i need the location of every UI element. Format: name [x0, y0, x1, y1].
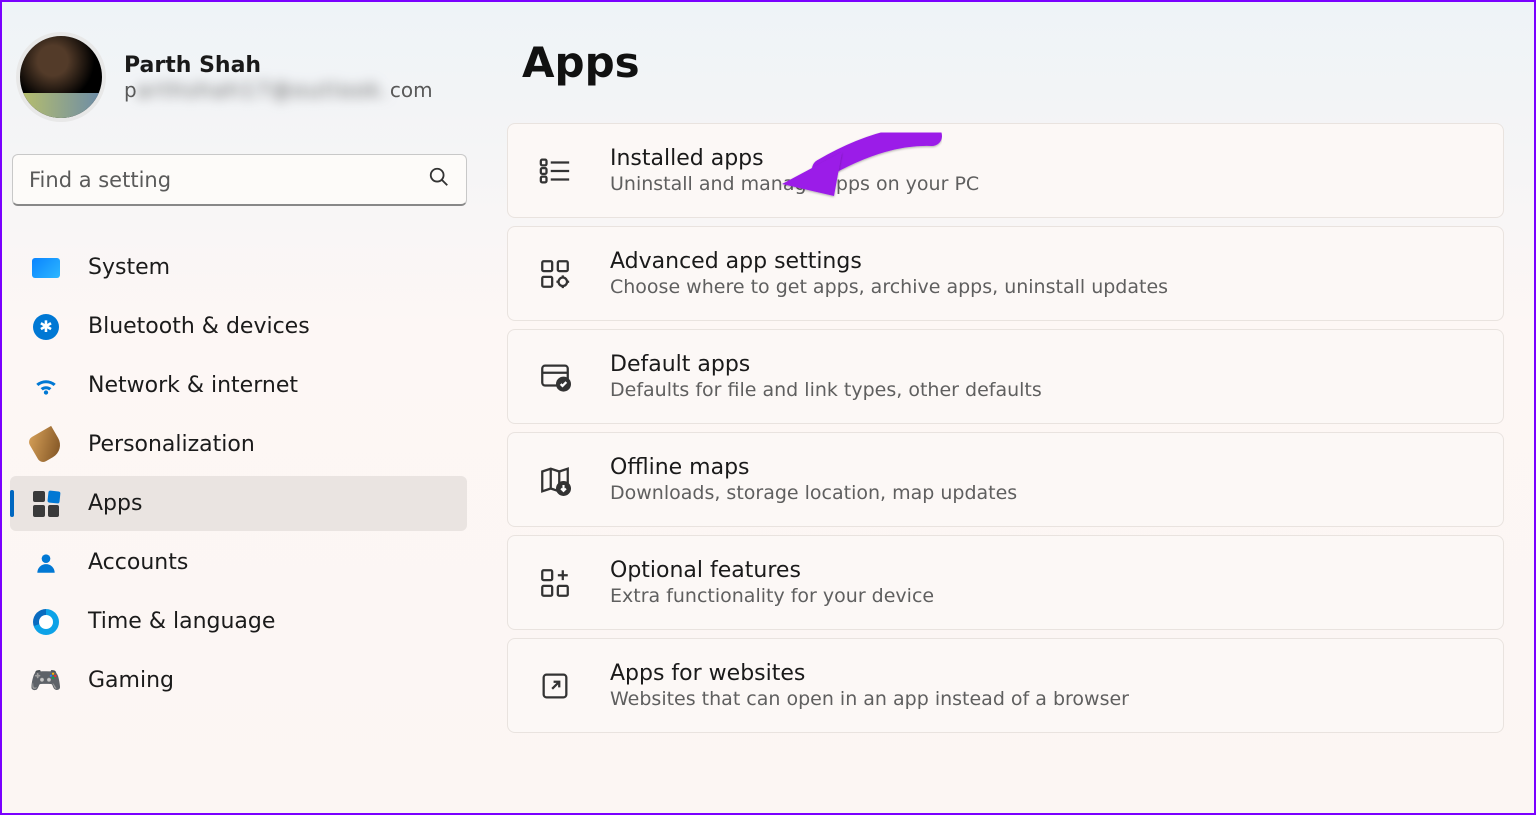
nav-apps[interactable]: Apps	[10, 476, 467, 531]
card-text: Default apps Defaults for file and link …	[610, 352, 1042, 401]
card-sub: Downloads, storage location, map updates	[610, 482, 1017, 504]
card-text: Installed apps Uninstall and manage apps…	[610, 146, 979, 195]
nav-label: Gaming	[88, 668, 174, 693]
avatar	[16, 32, 106, 122]
gamepad-icon: 🎮	[32, 667, 60, 695]
window-check-icon	[538, 360, 572, 394]
nav-bluetooth[interactable]: ✱ Bluetooth & devices	[10, 299, 467, 354]
nav-label: Accounts	[88, 550, 188, 575]
map-download-icon	[538, 463, 572, 497]
email-prefix: p	[124, 78, 137, 102]
clock-icon	[32, 608, 60, 636]
sidebar: Parth Shah parthshah17@outlook.com Syste…	[2, 2, 477, 813]
nav-label: Apps	[88, 491, 142, 516]
card-advanced-app-settings[interactable]: Advanced app settings Choose where to ge…	[507, 226, 1504, 321]
nav-accounts[interactable]: Accounts	[10, 535, 467, 590]
card-title: Apps for websites	[610, 661, 1129, 686]
card-text: Offline maps Downloads, storage location…	[610, 455, 1017, 504]
wifi-icon	[32, 372, 60, 400]
card-sub: Choose where to get apps, archive apps, …	[610, 276, 1168, 298]
card-sub: Websites that can open in an app instead…	[610, 688, 1129, 710]
profile-name: Parth Shah	[124, 53, 433, 78]
nav-network[interactable]: Network & internet	[10, 358, 467, 413]
nav-system[interactable]: System	[10, 240, 467, 295]
nav-personalization[interactable]: Personalization	[10, 417, 467, 472]
card-sub: Defaults for file and link types, other …	[610, 379, 1042, 401]
grid-gear-icon	[538, 257, 572, 291]
card-default-apps[interactable]: Default apps Defaults for file and link …	[507, 329, 1504, 424]
profile-email: parthshah17@outlook.com	[124, 78, 433, 102]
nav-label: Network & internet	[88, 373, 298, 398]
card-text: Apps for websites Websites that can open…	[610, 661, 1129, 710]
card-title: Optional features	[610, 558, 934, 583]
card-sub: Uninstall and manage apps on your PC	[610, 173, 979, 195]
list-icon	[538, 154, 572, 188]
card-title: Offline maps	[610, 455, 1017, 480]
page-title: Apps	[522, 38, 1504, 87]
nav-label: Bluetooth & devices	[88, 314, 310, 339]
card-installed-apps[interactable]: Installed apps Uninstall and manage apps…	[507, 123, 1504, 218]
grid-plus-icon	[538, 566, 572, 600]
card-optional-features[interactable]: Optional features Extra functionality fo…	[507, 535, 1504, 630]
card-title: Installed apps	[610, 146, 979, 171]
card-title: Advanced app settings	[610, 249, 1168, 274]
nav-list: System ✱ Bluetooth & devices Network & i…	[2, 230, 477, 708]
search-box[interactable]	[12, 154, 467, 206]
nav-gaming[interactable]: 🎮 Gaming	[10, 653, 467, 708]
search-input[interactable]	[29, 168, 428, 192]
card-text: Advanced app settings Choose where to ge…	[610, 249, 1168, 298]
card-text: Optional features Extra functionality fo…	[610, 558, 934, 607]
nav-label: System	[88, 255, 170, 280]
profile-text: Parth Shah parthshah17@outlook.com	[124, 53, 433, 102]
card-title: Default apps	[610, 352, 1042, 377]
account-icon	[32, 549, 60, 577]
email-suffix: com	[390, 78, 433, 102]
open-external-icon	[538, 669, 572, 703]
bluetooth-icon: ✱	[32, 313, 60, 341]
search-icon	[428, 166, 450, 193]
main-content: Apps Installed apps Uninstall and manage…	[507, 2, 1534, 733]
card-sub: Extra functionality for your device	[610, 585, 934, 607]
system-icon	[32, 254, 60, 282]
nav-time[interactable]: Time & language	[10, 594, 467, 649]
nav-label: Time & language	[88, 609, 275, 634]
card-offline-maps[interactable]: Offline maps Downloads, storage location…	[507, 432, 1504, 527]
apps-icon	[32, 490, 60, 518]
email-blur: arthshah17@outlook.	[137, 78, 390, 102]
profile-block[interactable]: Parth Shah parthshah17@outlook.com	[2, 22, 477, 140]
brush-icon	[32, 431, 60, 459]
card-apps-for-websites[interactable]: Apps for websites Websites that can open…	[507, 638, 1504, 733]
nav-label: Personalization	[88, 432, 255, 457]
